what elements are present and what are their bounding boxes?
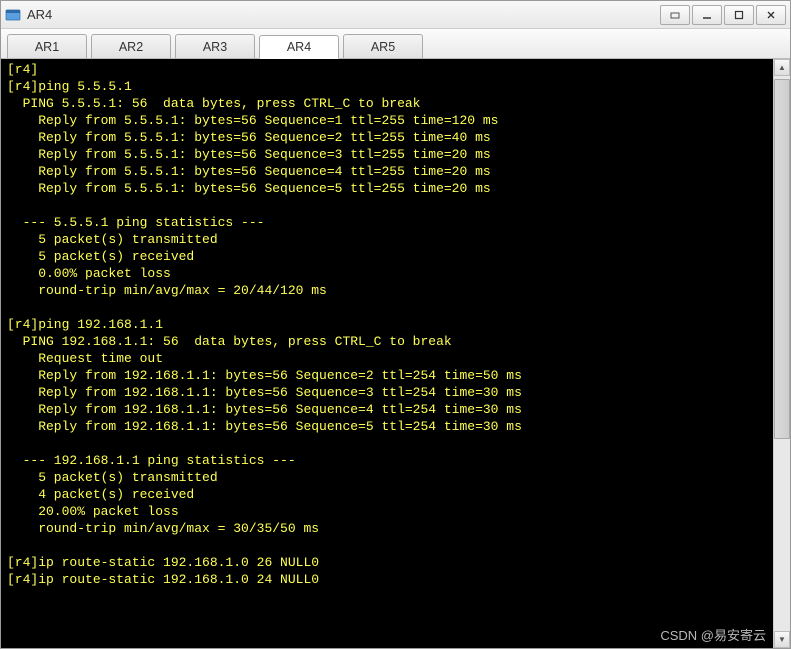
tab-ar5[interactable]: AR5 (343, 34, 423, 58)
window-controls (658, 5, 786, 25)
tab-ar3[interactable]: AR3 (175, 34, 255, 58)
title-bar: AR4 (1, 1, 790, 29)
close-button[interactable] (756, 5, 786, 25)
scroll-thumb[interactable] (774, 79, 790, 439)
terminal-output[interactable]: [r4] [r4]ping 5.5.5.1 PING 5.5.5.1: 56 d… (1, 59, 773, 648)
scroll-down-button[interactable]: ▼ (774, 631, 790, 648)
scroll-up-button[interactable]: ▲ (774, 59, 790, 76)
tab-ar2[interactable]: AR2 (91, 34, 171, 58)
tab-ar1[interactable]: AR1 (7, 34, 87, 58)
tab-ar4[interactable]: AR4 (259, 35, 339, 59)
terminal-container: [r4] [r4]ping 5.5.5.1 PING 5.5.5.1: 56 d… (1, 59, 790, 648)
maximize-button[interactable] (724, 5, 754, 25)
tab-bar: AR1 AR2 AR3 AR4 AR5 (1, 29, 790, 59)
options-button[interactable] (660, 5, 690, 25)
app-icon (5, 7, 21, 23)
scrollbar[interactable]: ▲ ▼ (773, 59, 790, 648)
window-title: AR4 (27, 7, 658, 22)
minimize-button[interactable] (692, 5, 722, 25)
